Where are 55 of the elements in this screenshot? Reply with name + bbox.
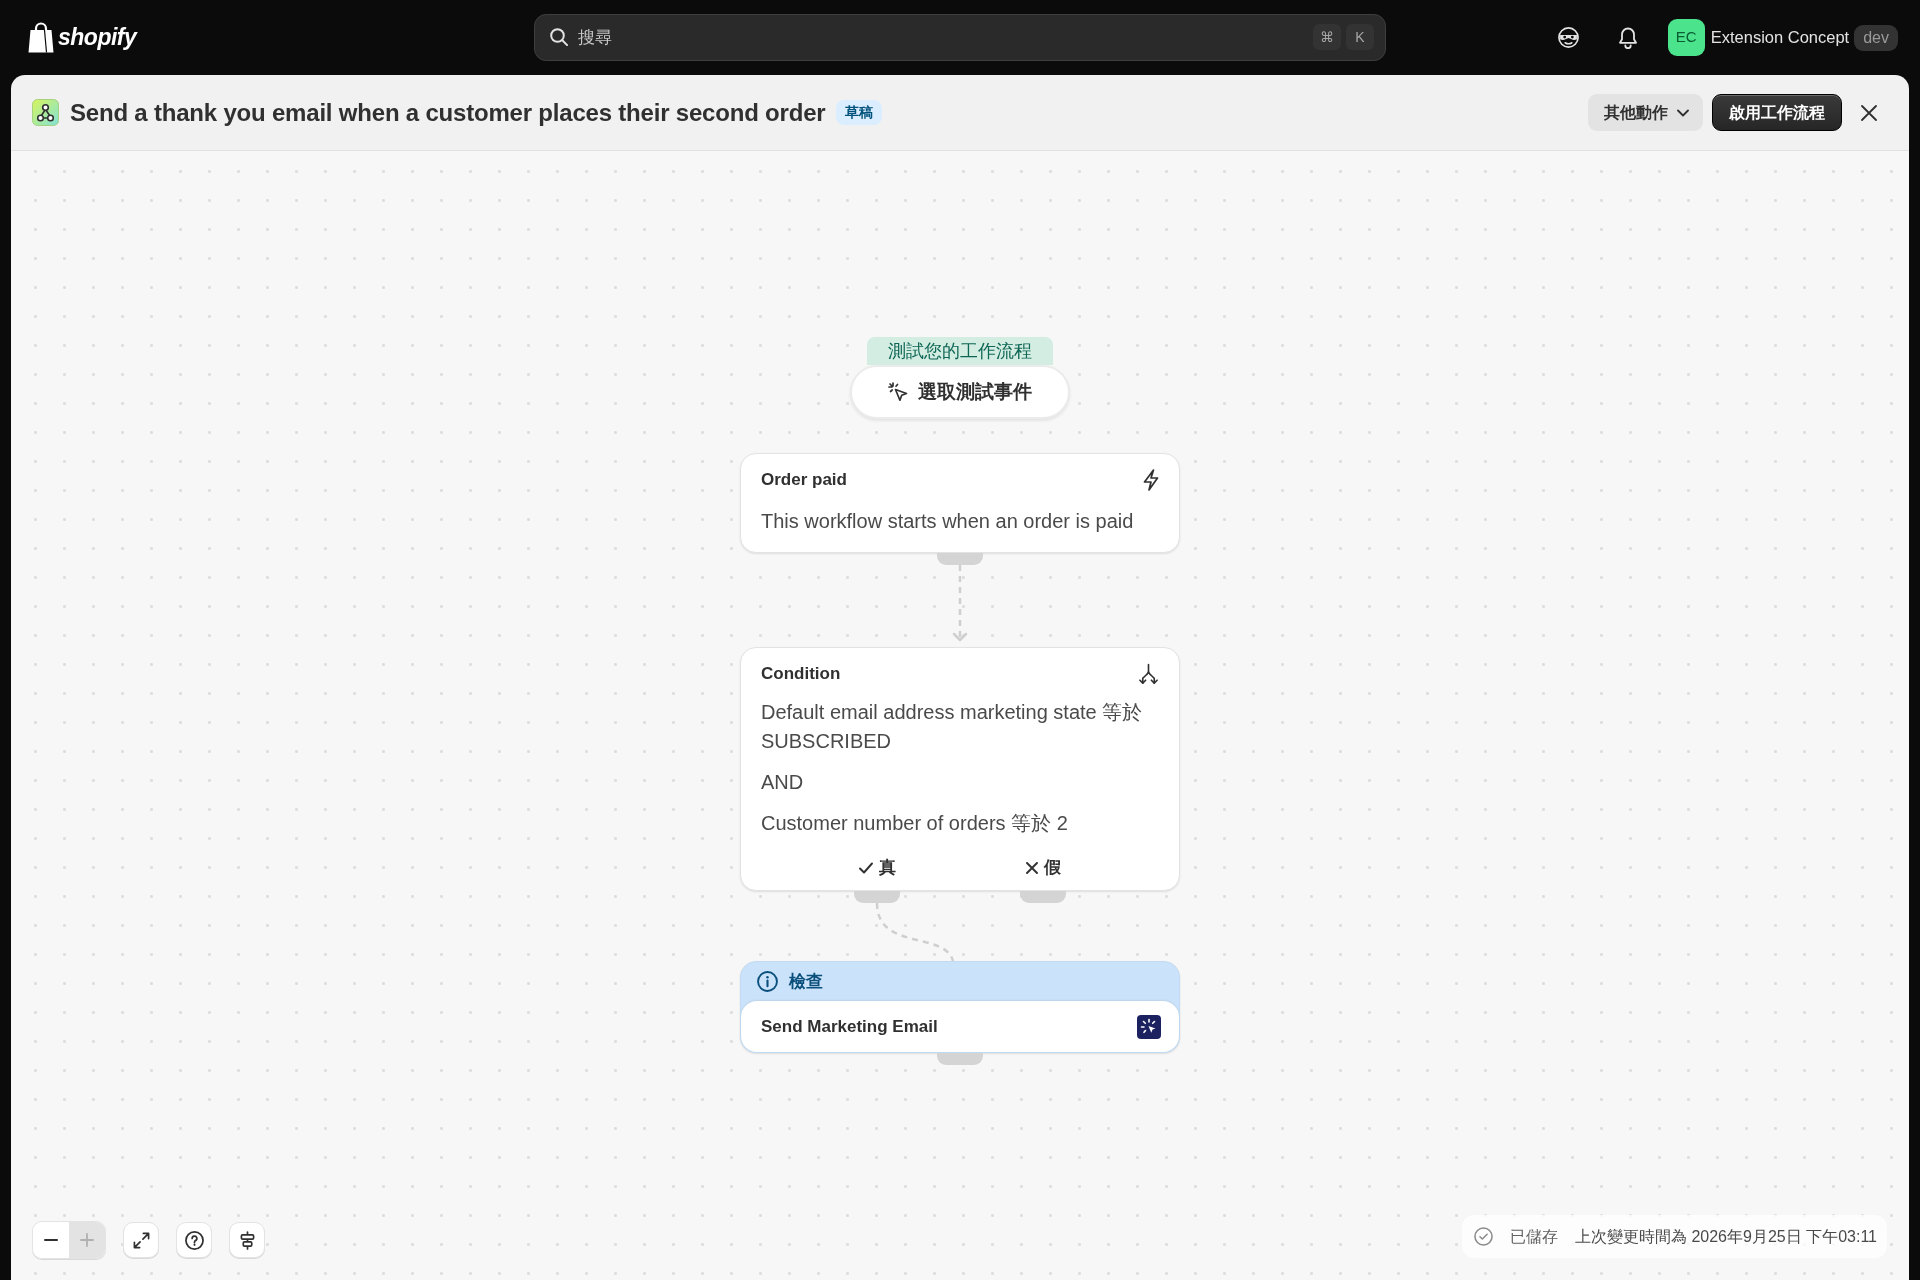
zoom-out-button[interactable] — [33, 1222, 69, 1258]
branch-label: 真 — [878, 857, 896, 880]
workflow-nodes-icon — [32, 99, 59, 126]
shortcut-key: ⌘ — [1313, 24, 1341, 50]
notice-label: 檢查 — [789, 970, 823, 993]
connector-handle[interactable] — [937, 553, 983, 565]
lightning-bolt-icon — [1143, 469, 1159, 491]
saved-label: 已儲存 — [1509, 1226, 1558, 1247]
status-badge: 草稿 — [836, 100, 883, 125]
environment-badge: dev — [1854, 24, 1898, 51]
connector-handle[interactable] — [1020, 891, 1066, 903]
node-text: AND — [761, 770, 805, 795]
split-arrows-icon — [1138, 663, 1159, 685]
align-center-icon — [239, 1230, 255, 1250]
store-avatar[interactable]: EC — [1667, 19, 1705, 56]
last-changed-text: 上次變更時間為 2026年9月25日 下午03:11 — [1574, 1226, 1877, 1247]
fit-view-button[interactable] — [123, 1222, 159, 1258]
activate-workflow-button[interactable]: 啟用工作流程 — [1712, 94, 1842, 131]
check-icon — [858, 862, 873, 874]
node-text: This workflow starts when an order is paid — [761, 509, 1135, 534]
caret-icon — [1677, 108, 1689, 117]
info-icon — [757, 971, 778, 992]
close-icon[interactable] — [1861, 104, 1877, 121]
store-name[interactable]: Extension Concept — [1710, 25, 1850, 50]
align-nodes-button[interactable] — [229, 1222, 265, 1258]
help-button[interactable] — [176, 1222, 212, 1258]
minus-icon — [44, 1239, 58, 1241]
masked-face-icon[interactable] — [1557, 27, 1579, 48]
connector-handle[interactable] — [854, 891, 900, 903]
shortcut-key: K — [1346, 24, 1374, 50]
trigger-node[interactable]: Order paid This workflow starts when an order is paid — [740, 453, 1180, 553]
cross-icon — [1025, 862, 1038, 874]
more-actions-button[interactable]: 其他動作 — [1588, 94, 1703, 131]
bell-icon[interactable] — [1617, 26, 1638, 49]
select-test-event-button[interactable]: 選取測試事件 — [850, 365, 1070, 419]
condition-node[interactable]: Condition Default email address marketing state 等於 SUBSCRIBED AND Customer number of orders 等於 2 真 假 — [740, 647, 1180, 891]
node-text: Customer number of orders 等於 2 — [761, 811, 1069, 836]
shopping-bag-icon — [28, 22, 54, 53]
branch-label: 假 — [1043, 857, 1061, 880]
plus-icon — [80, 1233, 94, 1247]
expand-arrows-icon — [132, 1231, 150, 1249]
check-circle-icon — [1473, 1227, 1493, 1246]
test-section-label: 測試您的工作流程 — [867, 337, 1053, 365]
node-title: Send Marketing Email — [761, 1015, 938, 1038]
node-title: Condition — [761, 663, 841, 685]
click-cursor-icon — [888, 382, 908, 402]
help-icon — [184, 1230, 204, 1250]
node-text: Default email address marketing state 等於 SUBSCRIBED — [761, 700, 1144, 754]
connector-handle[interactable] — [937, 1053, 983, 1065]
node-title: Order paid — [761, 469, 847, 491]
brand-name: shopify — [58, 26, 137, 49]
search-icon — [550, 28, 568, 46]
action-node[interactable]: 檢查 Send Marketing Email — [740, 961, 1180, 1053]
app-tile-icon — [1137, 1014, 1161, 1039]
workflow-title: Send a thank you email when a customer places their second order — [70, 97, 826, 128]
